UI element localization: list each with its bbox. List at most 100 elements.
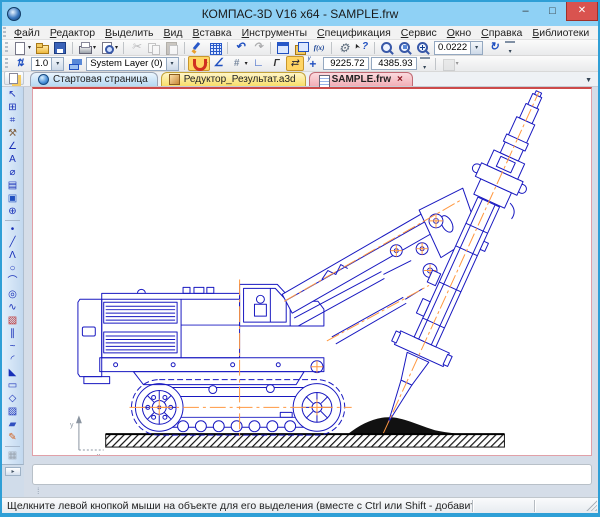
tool-hatch-style[interactable]: ▧ [2,314,23,327]
tool-point[interactable]: • [2,223,23,236]
menu-tools[interactable]: Инструменты [237,27,312,39]
copy-button[interactable] [145,40,163,55]
dropdown-arrow-icon[interactable]: ▾ [115,44,118,51]
new-document-button[interactable]: ▾ [11,40,33,55]
tool-curve[interactable]: ~ [2,340,23,353]
snap-button[interactable]: ▾ [188,56,210,71]
drill-mast[interactable] [355,89,566,446]
macro-button[interactable]: ▾ [439,56,461,71]
current-toolbar-overflow[interactable]: ▾ [420,57,430,71]
cab[interactable] [240,284,291,326]
ortho-button[interactable] [268,56,286,71]
tool-report[interactable]: ▤ [2,179,23,192]
save-button[interactable] [51,40,69,55]
menu-libraries[interactable]: Библиотеки [527,27,594,39]
dropdown-arrow-icon[interactable]: ▾ [28,44,31,51]
ground-strip[interactable] [106,434,505,447]
dropdown-arrow-icon[interactable]: ▾ [245,60,248,67]
menu-file[interactable]: Файл [9,27,45,39]
tool-polygon[interactable]: ◇ [2,392,23,405]
tool-equidistant[interactable]: ∥ [2,327,23,340]
tool-selection[interactable]: ↖ [2,88,23,101]
close-button[interactable]: ✕ [566,2,598,21]
service-button[interactable] [335,40,353,55]
menu-help[interactable]: Справка [476,27,527,39]
maximize-button[interactable]: □ [539,2,566,21]
tool-circle[interactable]: ○ [2,262,23,275]
copy-properties-button[interactable] [188,40,206,55]
paste-button[interactable] [163,40,181,55]
minimize-button[interactable]: – [512,2,539,21]
redo-button[interactable] [249,40,267,55]
tool-views[interactable]: ⌗ [2,114,23,127]
tool-extra[interactable]: ▦ [2,449,23,462]
tab-close-icon[interactable]: × [397,74,403,85]
tab-sample[interactable]: SAMPLE.frw× [309,72,413,86]
library-manager-button[interactable] [292,40,310,55]
tool-parametrize[interactable]: ∠ [2,140,23,153]
tool-brush[interactable]: ✎ [2,431,23,444]
tool-ellipse[interactable]: ◎ [2,288,23,301]
print-button[interactable]: ▾ [76,40,98,55]
menu-window[interactable]: Окно [442,27,476,39]
document-scale-button[interactable] [11,56,29,71]
tab-start-page[interactable]: Стартовая страница [30,72,158,86]
tool-fillet[interactable]: ◜ [2,353,23,366]
ground-mound[interactable] [348,417,473,434]
tool-arc[interactable]: ⌒ [2,275,23,288]
dropdown-arrow-icon[interactable]: ▾ [93,44,96,51]
chevron-down-icon[interactable]: ▾ [51,58,63,70]
properties-button[interactable] [206,40,224,55]
tool-insert-sheet[interactable]: ▣ [2,192,23,205]
zoom-window-button[interactable] [396,40,414,55]
menu-specification[interactable]: Спецификация [312,27,396,39]
y-coordinate-input[interactable] [371,57,417,70]
functions-button[interactable] [310,40,328,55]
tool-chamfer[interactable]: ◣ [2,366,23,379]
roundoff-button[interactable] [286,56,304,71]
resize-grip[interactable] [586,500,597,511]
zoom-scale-combo[interactable]: 0.0222▾ [434,41,483,55]
tool-hatch[interactable]: ▨ [2,405,23,418]
tool-edit[interactable]: ⚒ [2,127,23,140]
drawing-svg[interactable]: .b{stroke:#1818c0;fill:none;stroke-width… [33,89,591,455]
preview-button[interactable]: ▾ [98,40,120,55]
undo-button[interactable] [231,40,249,55]
engine-housing[interactable] [102,287,240,357]
tool-polyline[interactable]: Λ [2,249,23,262]
open-button[interactable] [33,40,51,55]
menu-service[interactable]: Сервис [396,27,442,39]
chevron-down-icon[interactable]: ▾ [470,42,482,54]
variables-button[interactable] [274,40,292,55]
tab-reduktor[interactable]: Редуктор_Результат.a3d [161,72,306,86]
tool-segment[interactable]: ╱ [2,236,23,249]
local-cs-button[interactable] [250,56,268,71]
panel-drag-handle[interactable]: ⁞ [37,488,40,494]
panel-resize-grip[interactable]: ▸ [5,467,21,476]
zoom-fit-button[interactable] [378,40,396,55]
refresh-button[interactable] [485,40,503,55]
layer-combo[interactable]: System Layer (0)▾ [86,57,178,71]
menu-view[interactable]: Вид [159,27,188,39]
tab-list-button[interactable]: ▼ [581,77,596,86]
layers-button[interactable] [66,56,84,71]
tool-text[interactable]: A [2,153,23,166]
coordinate-display[interactable] [304,56,322,71]
zoom-in-button[interactable] [414,40,432,55]
tool-spline[interactable]: ∿ [2,301,23,314]
scale-combo[interactable]: 1.0▾ [31,57,64,71]
tool-fill[interactable]: ▰ [2,418,23,431]
tool-3d-model[interactable]: ⊕ [2,205,23,218]
tool-rectangle[interactable]: ▭ [2,379,23,392]
menu-insert[interactable]: Вставка [188,27,237,39]
tool-measure[interactable]: ⌀ [2,166,23,179]
counterweight[interactable] [78,299,102,376]
tool-specification[interactable]: ⊞ [2,101,23,114]
drawing-canvas[interactable]: .b{stroke:#1818c0;fill:none;stroke-width… [32,87,592,456]
x-coordinate-input[interactable] [323,57,369,70]
context-help-button[interactable] [353,40,371,55]
menu-select[interactable]: Выделить [100,27,158,39]
grid-button[interactable]: ▾ [228,56,250,71]
angle-snap-button[interactable] [210,56,228,71]
cut-button[interactable] [127,40,145,55]
